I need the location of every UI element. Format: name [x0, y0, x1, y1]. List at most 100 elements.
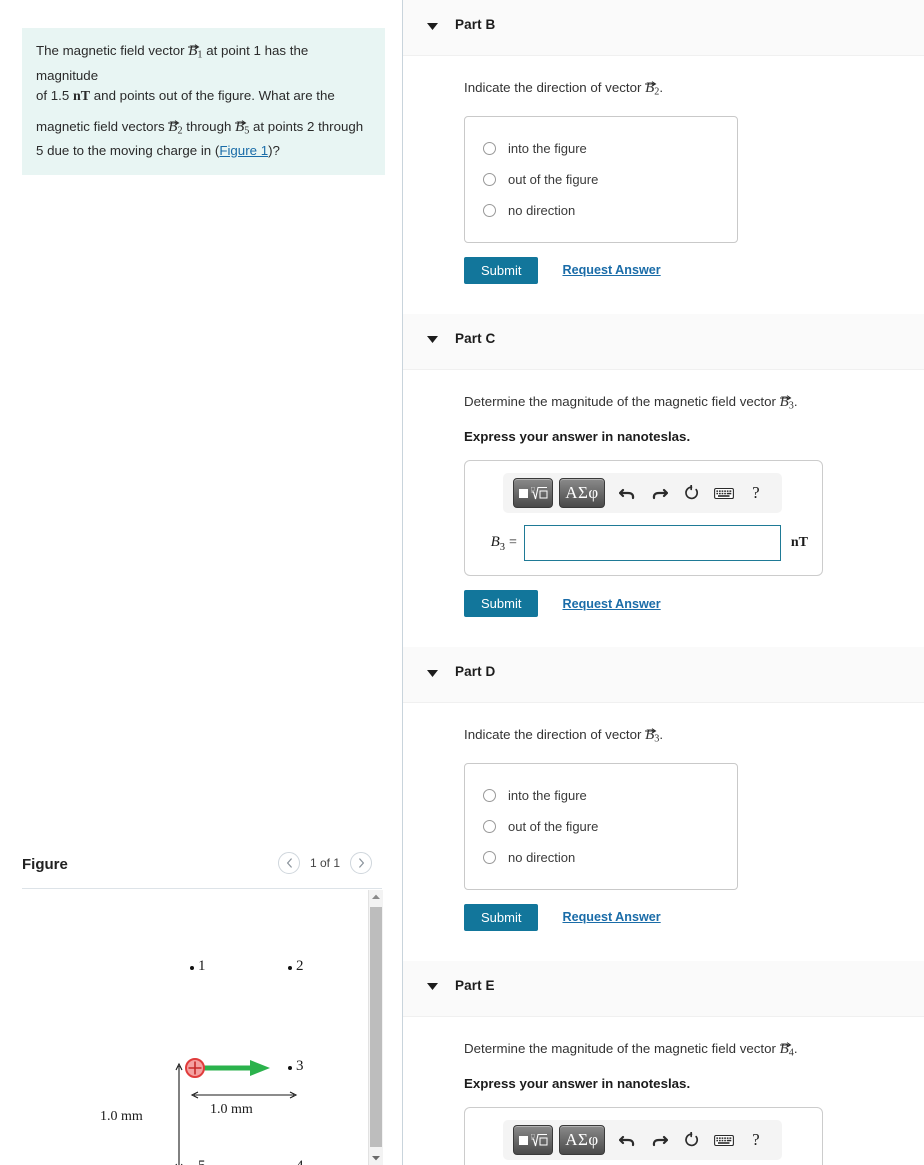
scrollbar-down-arrow-icon[interactable]	[369, 1151, 383, 1165]
part-e-block: Part E Determine the magnitude of the ma…	[403, 960, 924, 1165]
keyboard-icon[interactable]	[708, 1125, 740, 1155]
question-statement: The magnetic field vector B1 at point 1 …	[22, 28, 385, 176]
scrollbar-up-arrow-icon[interactable]	[369, 890, 383, 904]
scrollbar-thumb[interactable]	[370, 907, 382, 1147]
radio-icon[interactable]	[483, 203, 496, 217]
part-d-option-out[interactable]: out of the figure	[465, 811, 737, 842]
reset-icon[interactable]	[675, 1125, 707, 1155]
part-b-option-label: no direction	[508, 202, 576, 218]
vector-arrow-icon	[779, 387, 792, 400]
greek-symbols-button[interactable]: ΑΣφ	[559, 1125, 605, 1156]
figure-page-label: 1 of 1	[309, 856, 341, 870]
part-b-request-answer-link[interactable]: Request Answer	[562, 263, 660, 277]
figure-scrollbar[interactable]	[368, 890, 383, 1165]
part-c-answer-input[interactable]	[523, 525, 781, 562]
part-c-prompt: Determine the magnitude of the magnetic …	[464, 392, 924, 416]
part-e-title: Part E	[455, 977, 495, 993]
question-text-4a: 5 due to the moving charge in (	[36, 143, 220, 159]
velocity-arrow-icon	[204, 1060, 270, 1076]
part-d-block: Part D Indicate the direction of vector …	[403, 647, 924, 961]
part-b-title: Part B	[455, 17, 496, 32]
figure-header: Figure 1 of 1	[22, 852, 382, 890]
figure-point-label-2: 2	[296, 958, 304, 974]
vector-arrow-icon	[779, 1034, 792, 1048]
radio-icon[interactable]	[483, 788, 496, 802]
radio-icon[interactable]	[483, 819, 496, 833]
caret-down-icon[interactable]	[425, 666, 439, 680]
part-e-vector: B4	[779, 1039, 794, 1063]
greek-symbols-button[interactable]: ΑΣφ	[559, 478, 605, 509]
part-e-prompt: Determine the magnitude of the magnetic …	[464, 1039, 924, 1063]
part-c-answer-row: B3 = nT	[479, 525, 808, 562]
redo-icon[interactable]	[643, 1125, 675, 1155]
part-d-request-answer-link[interactable]: Request Answer	[562, 910, 660, 924]
part-b-options: into the figure out of the figure no dir…	[464, 115, 738, 243]
positive-charge-icon	[185, 1058, 205, 1078]
part-c-instruction: Express your answer in nanoteslas.	[464, 429, 691, 445]
part-d-option-none[interactable]: no direction	[465, 842, 737, 873]
part-c-header[interactable]: Part C	[403, 313, 924, 370]
undo-icon[interactable]	[611, 478, 643, 508]
redo-icon[interactable]	[643, 478, 675, 508]
part-b-option-into[interactable]: into the figure	[465, 133, 737, 164]
part-b-header[interactable]: Part B	[403, 0, 924, 56]
math-template-icon[interactable]: □	[513, 478, 553, 509]
caret-down-icon[interactable]	[425, 980, 439, 994]
part-e-prompt-period: .	[793, 1040, 798, 1056]
figure-1-link[interactable]: Figure 1	[219, 143, 268, 158]
part-e-vector-sub: 4	[788, 1047, 794, 1059]
undo-icon[interactable]	[611, 1125, 643, 1155]
question-text-3c: at points 2 through	[249, 118, 364, 134]
part-d-option-into[interactable]: into the figure	[465, 780, 737, 811]
figure-panel: Figure 1 of 1 1 2 3 1.0 mm 1.0 mm	[0, 840, 402, 1165]
figure-point-dot	[288, 966, 292, 970]
figure-point-dot	[190, 966, 194, 970]
part-b-option-none[interactable]: no direction	[465, 195, 737, 226]
figure-divider	[22, 888, 382, 889]
radio-icon[interactable]	[483, 850, 496, 864]
caret-down-icon[interactable]	[425, 333, 439, 347]
part-d-prompt: Indicate the direction of vector B3.	[464, 725, 924, 749]
radio-icon[interactable]	[483, 141, 496, 155]
figure-title: Figure	[22, 856, 68, 873]
radio-icon[interactable]	[483, 172, 496, 186]
math-template-icon[interactable]: □	[513, 1125, 553, 1156]
part-d-submit-button[interactable]: Submit	[464, 903, 539, 931]
part-d-header[interactable]: Part D	[403, 647, 924, 704]
figure-point-dot	[288, 1066, 292, 1070]
part-e-header[interactable]: Part E	[403, 960, 924, 1017]
caret-down-icon[interactable]	[425, 19, 439, 33]
part-c-prompt-text: Determine the magnitude of the magnetic …	[464, 393, 780, 409]
part-d-title: Part D	[455, 664, 496, 680]
part-d-vector: B3	[645, 725, 659, 749]
vector-arrow-icon	[188, 35, 200, 50]
horizontal-dimension	[190, 1091, 298, 1099]
part-b-option-out[interactable]: out of the figure	[465, 164, 737, 195]
part-c-answer-variable: B3	[479, 534, 505, 553]
question-text-2b: and points out of the figure. What are t…	[90, 87, 335, 103]
vertical-dimension	[175, 1062, 183, 1165]
part-b-prompt-text: Indicate the direction of vector	[464, 80, 646, 95]
part-d-prompt-period: .	[659, 727, 664, 743]
part-c-vector-sub: 3	[788, 400, 794, 412]
vector-arrow-icon	[645, 720, 657, 734]
help-icon[interactable]: ?	[740, 478, 772, 508]
reset-icon[interactable]	[675, 478, 707, 508]
part-b-prompt: Indicate the direction of vector B2.	[464, 78, 924, 102]
vector-arrow-icon	[645, 73, 657, 87]
unit-nt: nT	[72, 88, 91, 104]
part-b-submit-button[interactable]: Submit	[464, 256, 539, 284]
keyboard-icon[interactable]	[708, 478, 740, 508]
figure-prev-button[interactable]	[278, 852, 300, 874]
figure-next-button[interactable]	[350, 852, 372, 874]
part-c-request-answer-link[interactable]: Request Answer	[562, 597, 660, 611]
part-c-answer-unit: nT	[790, 535, 808, 551]
part-c-block: Part C Determine the magnitude of the ma…	[403, 313, 924, 648]
vector-b2-sub: 2	[177, 125, 183, 137]
help-icon[interactable]: ?	[740, 1125, 772, 1155]
vector-b1-sub: 1	[197, 49, 203, 61]
question-text-4b: )?	[268, 143, 280, 159]
part-c-submit-button[interactable]: Submit	[464, 590, 539, 618]
